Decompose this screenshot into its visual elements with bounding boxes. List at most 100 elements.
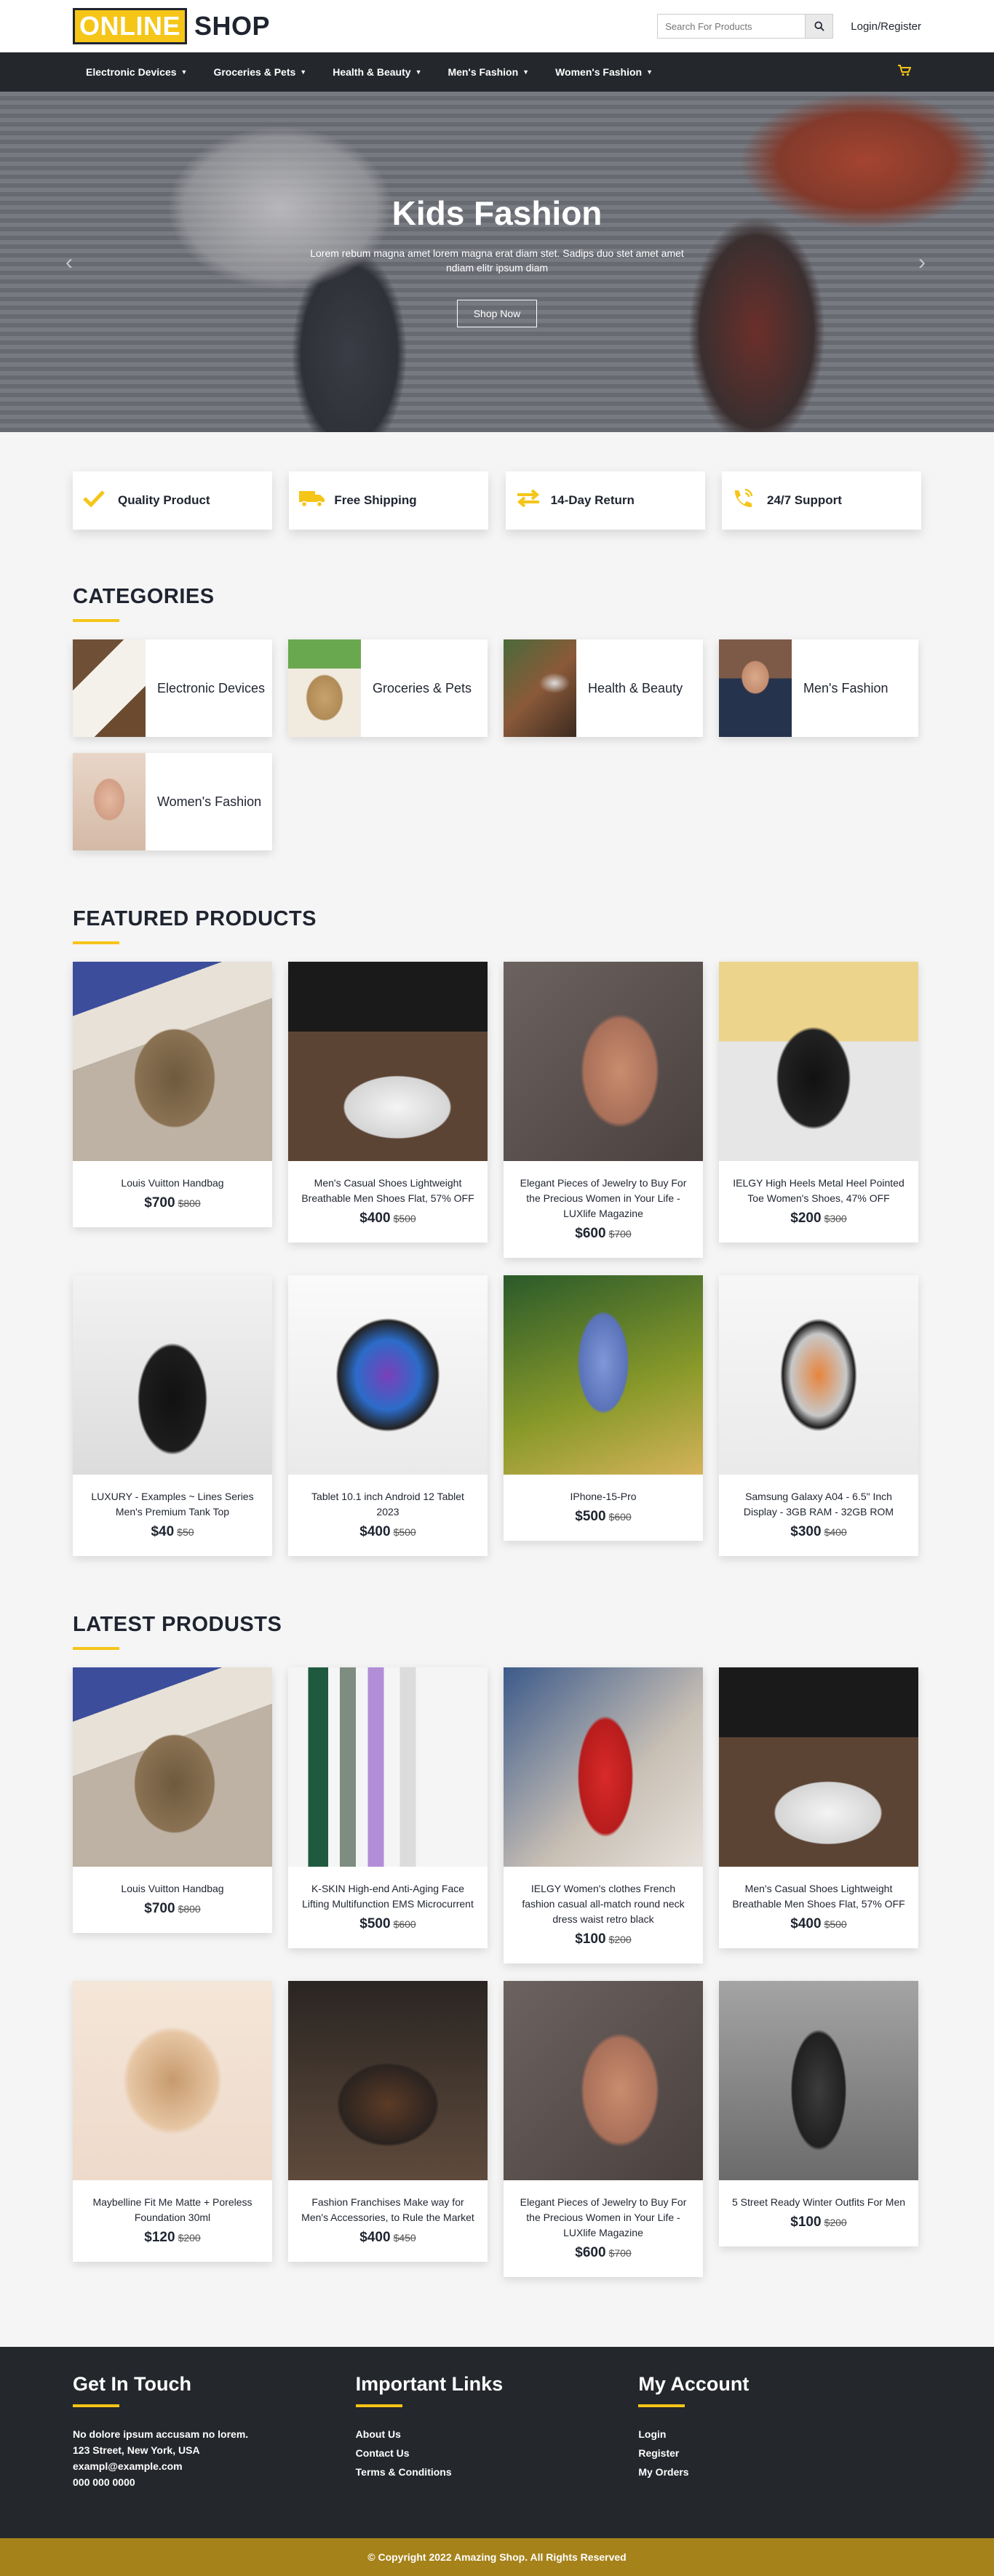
feature-label: Free Shipping (334, 493, 417, 507)
search-icon (814, 21, 824, 31)
product-card[interactable]: Maybelline Fit Me Matte + Poreless Found… (73, 1981, 272, 2262)
price-current: $400 (359, 2230, 391, 2245)
footer-heading: Important Links (355, 2373, 504, 2395)
product-name: Louis Vuitton Handbag (121, 1177, 224, 1189)
main-nav: Electronic Devices ▼ Groceries & Pets ▼ He… (0, 52, 994, 92)
product-price: $600 $700 (515, 2245, 691, 2261)
product-image (73, 1667, 272, 1867)
footer-link-about-us[interactable]: About Us (356, 2426, 639, 2442)
price-old: $700 (608, 2247, 632, 2259)
footer-link-my-orders[interactable]: My Orders (638, 2464, 921, 2480)
exchange-icon (516, 489, 551, 512)
product-card[interactable]: Tablet 10.1 inch Android 12 Tablet 2023 $… (288, 1275, 488, 1556)
product-image (719, 1667, 918, 1867)
features-row: Quality Product Free Shipping 14-Day Ret… (0, 432, 994, 530)
product-card[interactable]: LUXURY - Examples ~ Lines Series Men's P… (73, 1275, 272, 1556)
shop-now-button[interactable]: Shop Now (456, 300, 538, 327)
contact-text: No dolore ipsum accusam no lorem. (73, 2428, 249, 2440)
price-current: $120 (144, 2230, 175, 2245)
product-image (504, 962, 703, 1161)
footer-link-register[interactable]: Register (638, 2445, 921, 2461)
price-current: $100 (790, 2214, 822, 2230)
login-register-link[interactable]: Login/Register (851, 20, 921, 33)
price-current: $40 (151, 1524, 175, 1539)
price-old: $400 (824, 1526, 847, 1538)
product-price: $120 $200 (84, 2230, 261, 2246)
product-card[interactable]: Louis Vuitton Handbag $700 $800 (73, 962, 272, 1227)
category-card[interactable]: Women's Fashion (73, 753, 272, 850)
product-name: LUXURY - Examples ~ Lines Series Men's P… (91, 1491, 254, 1518)
product-image (73, 962, 272, 1161)
product-card[interactable]: Elegant Pieces of Jewelry to Buy For the… (504, 962, 703, 1258)
product-card[interactable]: IELGY Women's clothes French fashion cas… (504, 1667, 703, 1963)
product-name: Maybelline Fit Me Matte + Poreless Found… (92, 2196, 253, 2223)
product-card[interactable]: IPhone-15-Pro $500 $600 (504, 1275, 703, 1541)
product-card[interactable]: Fashion Franchises Make way for Men's Ac… (288, 1981, 488, 2262)
product-image (288, 962, 488, 1161)
section-title: FEATURED PRODUCTS (73, 907, 317, 930)
footer-link-terms[interactable]: Terms & Conditions (356, 2464, 639, 2480)
price-old: $200 (824, 2217, 847, 2228)
footer-heading: Get In Touch (73, 2373, 191, 2395)
caret-down-icon: ▼ (300, 68, 307, 76)
product-card[interactable]: Louis Vuitton Handbag $700 $800 (73, 1667, 272, 1933)
caret-down-icon: ▼ (522, 68, 530, 76)
category-card[interactable]: Electronic Devices (73, 639, 272, 737)
product-price: $500 $600 (515, 1509, 691, 1525)
footer-link-contact-us[interactable]: Contact Us (356, 2445, 639, 2461)
product-name: K-SKIN High-end Anti-Aging Face Lifting … (302, 1883, 474, 1910)
feature-quality-product: Quality Product (73, 471, 272, 530)
price-current: $400 (790, 1916, 822, 1931)
feature-24-7-support: 24/7 Support (721, 471, 921, 530)
product-card[interactable]: K-SKIN High-end Anti-Aging Face Lifting … (288, 1667, 488, 1948)
nav-item-label: Men's Fashion (448, 66, 519, 78)
cart-icon[interactable] (898, 64, 912, 80)
site-logo[interactable]: ONLINE SHOP (73, 8, 270, 44)
product-image (504, 1275, 703, 1475)
category-card[interactable]: Health & Beauty (504, 639, 703, 737)
feature-label: 24/7 Support (766, 493, 842, 507)
nav-item-label: Electronic Devices (86, 66, 177, 78)
product-name: IELGY High Heels Metal Heel Pointed Toe … (733, 1177, 904, 1204)
nav-item-label: Groceries & Pets (213, 66, 296, 78)
nav-item-groceries-pets[interactable]: Groceries & Pets ▼ (213, 66, 306, 78)
footer-get-in-touch: Get In Touch No dolore ipsum accusam no … (73, 2373, 356, 2490)
footer-link-login[interactable]: Login (638, 2426, 921, 2442)
nav-item-womens-fashion[interactable]: Women's Fashion ▼ (555, 66, 653, 78)
category-card[interactable]: Men's Fashion (719, 639, 918, 737)
nav-item-mens-fashion[interactable]: Men's Fashion ▼ (448, 66, 529, 78)
top-header: ONLINE SHOP Login/Register (0, 0, 994, 52)
product-card[interactable]: Men's Casual Shoes Lightweight Breathabl… (288, 962, 488, 1243)
product-name: IPhone-15-Pro (570, 1491, 637, 1502)
price-current: $400 (359, 1524, 391, 1539)
category-name: Men's Fashion (803, 680, 888, 695)
product-card[interactable]: Samsung Galaxy A04 - 6.5" Inch Display -… (719, 1275, 918, 1556)
search-button[interactable] (806, 14, 834, 39)
price-old: $800 (178, 1903, 201, 1915)
product-price: $400 $450 (300, 2230, 476, 2246)
contact-address: 123 Street, New York, USA (73, 2444, 200, 2456)
footer-important-links: Important Links About Us Contact Us Term… (355, 2373, 639, 2490)
price-current: $700 (144, 1901, 175, 1916)
category-name: Health & Beauty (588, 680, 683, 695)
nav-item-health-beauty[interactable]: Health & Beauty ▼ (333, 66, 421, 78)
category-card[interactable]: Groceries & Pets (288, 639, 488, 737)
product-name: Fashion Franchises Make way for Men's Ac… (301, 2196, 474, 2223)
product-card[interactable]: 5 Street Ready Winter Outfits For Men $10… (719, 1981, 918, 2246)
price-old: $500 (393, 1526, 416, 1538)
product-card[interactable]: Elegant Pieces of Jewelry to Buy For the… (504, 1981, 703, 2277)
product-name: 5 Street Ready Winter Outfits For Men (731, 2196, 906, 2208)
category-image (719, 639, 792, 737)
product-price: $40 $50 (84, 1524, 261, 1540)
feature-label: 14-Day Return (550, 493, 635, 507)
product-card[interactable]: IELGY High Heels Metal Heel Pointed Toe … (719, 962, 918, 1243)
check-icon (83, 489, 118, 512)
product-price: $400 $500 (300, 1211, 476, 1227)
search-input[interactable] (657, 14, 806, 39)
price-old: $600 (608, 1511, 632, 1523)
phone-icon (732, 488, 767, 514)
nav-item-electronic-devices[interactable]: Electronic Devices ▼ (86, 66, 187, 78)
product-image (504, 1667, 703, 1867)
title-underline (73, 1647, 119, 1650)
product-card[interactable]: Men's Casual Shoes Lightweight Breathabl… (719, 1667, 918, 1948)
